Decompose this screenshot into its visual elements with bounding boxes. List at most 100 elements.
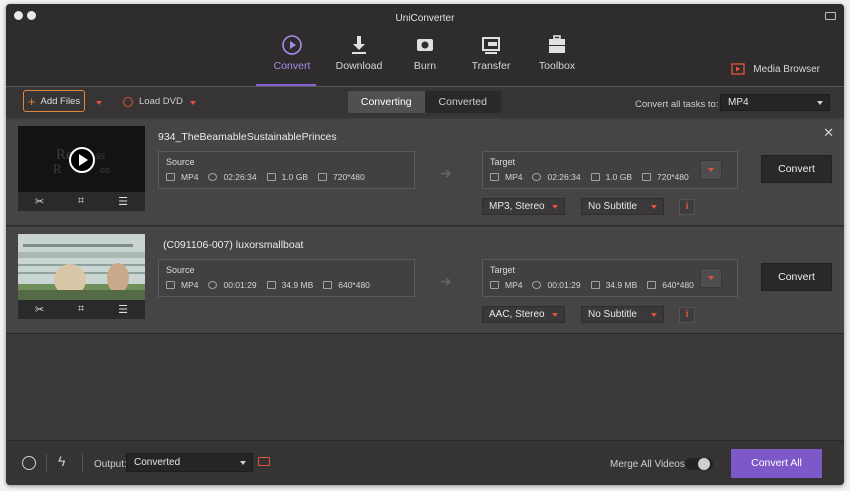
film-icon (166, 281, 175, 289)
svg-text:R: R (53, 161, 62, 176)
effects-icon[interactable]: ☰ (118, 303, 128, 316)
chevron-down-icon (708, 276, 714, 280)
open-folder-icon[interactable] (258, 457, 270, 466)
subtitle-value: No Subtitle (588, 201, 637, 212)
film-icon (490, 173, 499, 181)
chevron-down-icon (240, 461, 246, 465)
media-browser-icon (731, 63, 745, 75)
output-folder-value: Converted (134, 457, 181, 468)
media-browser-button[interactable]: Media Browser (731, 63, 820, 75)
source-format: MP4 (181, 172, 199, 182)
segment-converting[interactable]: Converting (348, 91, 425, 113)
load-dvd-dropdown-icon[interactable] (190, 101, 196, 105)
source-size: 1.0 GB (281, 172, 309, 182)
target-format-menu-button[interactable] (700, 160, 722, 180)
source-format: MP4 (181, 280, 199, 290)
folder-icon (590, 281, 600, 289)
close-icon[interactable]: ✕ (823, 125, 834, 141)
high-speed-icon[interactable]: ϟ (58, 453, 65, 469)
convert-all-format-value: MP4 (728, 97, 749, 108)
source-info: Source MP4 00:01:29 34.9 MB 640*480 (158, 259, 415, 297)
subtitle-select[interactable]: No Subtitle (581, 198, 664, 215)
audio-select[interactable]: MP3, Stereo (482, 198, 565, 215)
resolution-icon (318, 173, 328, 181)
convert-all-format-select[interactable]: MP4 (720, 94, 830, 111)
audio-value: AAC, Stereo (489, 309, 545, 320)
tab-convert[interactable]: Convert (257, 34, 327, 72)
tab-transfer[interactable]: Transfer (456, 34, 526, 72)
folder-icon (590, 173, 600, 181)
task-title: (C091106-007) luxorsmallboat (163, 239, 304, 251)
task-row: ✕ Re ss R on ✂ ⌗ ☰ 934_TheBeamableSustai… (6, 119, 844, 226)
load-dvd-button[interactable]: Load DVD (123, 96, 183, 107)
toolbar: + Add Files Load DVD Converting Converte… (6, 87, 844, 117)
info-button[interactable]: i (679, 307, 695, 323)
thumbnail-toolbar: ✂ ⌗ ☰ (18, 192, 145, 211)
chevron-down-icon (552, 313, 558, 317)
crop-icon[interactable]: ⌗ (78, 195, 84, 208)
divider (46, 454, 47, 472)
app-title: UniConverter (395, 13, 455, 24)
chevron-down-icon (708, 168, 714, 172)
tab-toolbox-label: Toolbox (538, 60, 576, 72)
convert-button[interactable]: Convert (761, 263, 832, 291)
app-window: UniConverter Convert Download Burn Trans… (6, 4, 844, 485)
tab-download[interactable]: Download (324, 34, 394, 72)
audio-value: MP3, Stereo (489, 201, 545, 212)
transfer-icon (482, 37, 500, 54)
alarm-clock-icon[interactable] (22, 456, 36, 470)
chevron-down-icon (817, 101, 823, 105)
crop-icon[interactable]: ⌗ (78, 303, 84, 316)
download-icon (352, 36, 366, 54)
status-segmented-control: Converting Converted (348, 91, 501, 113)
output-folder-select[interactable]: Converted (126, 453, 253, 472)
effects-icon[interactable]: ☰ (118, 195, 128, 208)
merge-all-videos-toggle[interactable] (685, 458, 713, 470)
thumbnail-image (18, 234, 145, 300)
target-duration: 00:01:29 (547, 280, 581, 290)
target-size: 1.0 GB (605, 172, 633, 182)
chat-icon[interactable] (825, 12, 836, 20)
divider (82, 454, 83, 472)
tab-burn[interactable]: Burn (390, 34, 460, 72)
source-resolution: 720*480 (333, 172, 365, 182)
resolution-icon (647, 281, 657, 289)
folder-icon (266, 281, 276, 289)
target-label: Target (490, 157, 516, 167)
scissors-icon[interactable]: ✂ (35, 195, 44, 208)
convert-button[interactable]: Convert (761, 155, 832, 183)
film-icon (490, 281, 499, 289)
add-files-button[interactable]: + Add Files (23, 90, 85, 112)
plus-icon: + (27, 93, 36, 109)
add-files-label: Add Files (40, 95, 81, 107)
target-format-menu-button[interactable] (700, 268, 722, 288)
arrow-right-icon: ➜ (440, 165, 452, 181)
source-label: Source (166, 157, 195, 167)
tab-transfer-label: Transfer (471, 60, 511, 72)
toggle-knob (698, 458, 710, 470)
target-format: MP4 (505, 280, 523, 290)
add-files-dropdown-icon[interactable] (96, 101, 102, 105)
source-info: Source MP4 02:26:34 1.0 GB 720*480 (158, 151, 415, 189)
info-button[interactable]: i (679, 199, 695, 215)
load-dvd-label: Load DVD (139, 96, 183, 107)
segment-converted[interactable]: Converted (425, 91, 502, 113)
audio-select[interactable]: AAC, Stereo (482, 306, 565, 323)
title-bar: UniConverter Convert Download Burn Trans… (6, 4, 844, 86)
scissors-icon[interactable]: ✂ (35, 303, 44, 316)
film-icon (166, 173, 175, 181)
thumbnail-toolbar: ✂ ⌗ ☰ (18, 300, 145, 319)
clock-icon (208, 173, 218, 181)
convert-all-button[interactable]: Convert All (731, 449, 822, 478)
play-icon[interactable] (69, 147, 95, 173)
disc-icon (123, 96, 133, 107)
svg-text:ss: ss (96, 148, 106, 162)
clock-icon (208, 281, 218, 289)
subtitle-select[interactable]: No Subtitle (581, 306, 664, 323)
tab-toolbox[interactable]: Toolbox (522, 34, 592, 72)
convert-all-tasks-label: Convert all tasks to: (635, 99, 719, 110)
chevron-down-icon (552, 205, 558, 209)
footer-bar: ϟ Output: Converted Merge All Videos: Co… (6, 440, 844, 485)
svg-text:on: on (100, 165, 110, 176)
target-duration: 02:26:34 (547, 172, 581, 182)
